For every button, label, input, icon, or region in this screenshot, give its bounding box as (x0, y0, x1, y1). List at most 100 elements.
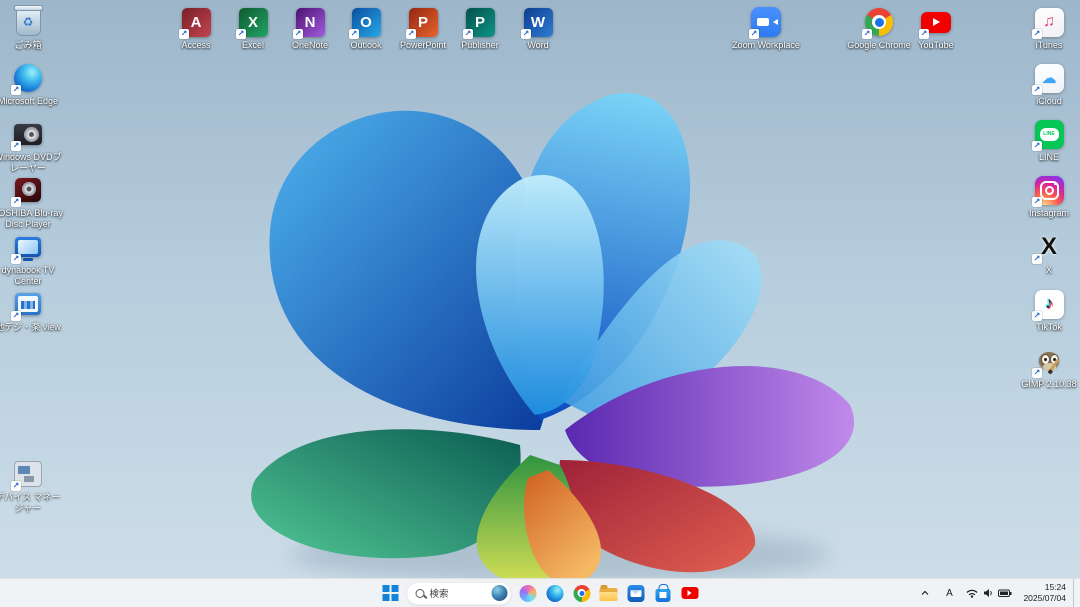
icon-label: Instagram (1028, 208, 1070, 218)
icon-label: Excel (241, 40, 264, 50)
desktop-icon-microsoft-edge[interactable]: Microsoft Edge (0, 62, 64, 107)
desktop-icon-gimp[interactable]: GIMP 2.10.38 (1013, 345, 1080, 390)
icon-label: X (1045, 265, 1052, 275)
desktop-icon-recycle-bin[interactable]: ごみ箱 (0, 5, 64, 51)
clock-date: 2025/07/04 (1023, 593, 1066, 603)
icon-label: PowerPoint (399, 40, 447, 50)
shortcut-arrow-icon (1032, 141, 1042, 151)
desktop-icon-toshiba-bluray[interactable]: TOSHIBA Blu-ray Disc Player (0, 174, 64, 229)
start-button[interactable] (380, 581, 402, 605)
copilot-icon (519, 584, 536, 602)
shortcut-arrow-icon (919, 29, 929, 39)
onenote-icon: N (293, 6, 326, 39)
icon-label: iTunes (1035, 40, 1063, 50)
desktop-icon-windows-dvd-player[interactable]: Windows DVDプレーヤー (0, 118, 64, 173)
taskbar-app-chrome[interactable] (571, 581, 593, 605)
outlook-icon: O (349, 6, 382, 39)
desktop-icon-instagram[interactable]: Instagram (1013, 174, 1080, 219)
wifi-icon (966, 589, 978, 598)
shortcut-arrow-icon (463, 29, 473, 39)
icon-label: TikTok (1036, 322, 1062, 332)
windows-logo-icon (382, 585, 399, 601)
taskbar-app-edge[interactable] (544, 581, 566, 605)
youtube-icon (681, 587, 698, 599)
desktop-icon-itunes[interactable]: ♫ iTunes (1013, 6, 1080, 51)
shortcut-arrow-icon (11, 311, 21, 321)
x-icon: X (1032, 231, 1065, 264)
tv-icon (11, 231, 44, 264)
icloud-icon: ☁ (1032, 62, 1065, 95)
taskbar-app-file-explorer[interactable] (598, 581, 620, 605)
shortcut-arrow-icon (1032, 311, 1042, 321)
search-placeholder: 検索 (429, 589, 449, 600)
shortcut-arrow-icon (293, 29, 303, 39)
icon-label: デバイス マネージャー (0, 492, 61, 513)
taskbar-app-outlook[interactable] (625, 581, 647, 605)
chrome-icon (862, 6, 895, 39)
desktop[interactable]: ごみ箱 Microsoft Edge Windows DVDプレーヤー TOSH… (0, 0, 1080, 579)
itunes-icon: ♫ (1032, 6, 1065, 39)
instagram-icon (1032, 174, 1065, 207)
volume-icon (984, 589, 993, 597)
desktop-icon-word[interactable]: W Word (502, 6, 574, 51)
shortcut-arrow-icon (349, 29, 359, 39)
search-highlight-image[interactable] (491, 585, 508, 601)
shortcut-arrow-icon (521, 29, 531, 39)
store-icon (655, 584, 670, 602)
icon-label: Microsoft Edge (0, 96, 59, 106)
desktop-icon-dynabook-tv-center[interactable]: dynabook TV Center (0, 231, 64, 286)
show-desktop-button[interactable] (1073, 579, 1078, 607)
shortcut-arrow-icon (11, 85, 21, 95)
taskbar-search[interactable]: 検索 (406, 581, 512, 605)
shortcut-arrow-icon (11, 481, 21, 491)
excel-icon: X (236, 6, 269, 39)
shortcut-arrow-icon (749, 29, 759, 39)
outlook-icon (627, 584, 644, 602)
tray-expand-button[interactable] (914, 581, 936, 605)
desktop-icon-device-manager[interactable]: デバイス マネージャー (0, 458, 64, 513)
shortcut-arrow-icon (1032, 85, 1042, 95)
icon-label: iCloud (1036, 96, 1062, 106)
icon-label: LINE (1038, 152, 1059, 162)
youtube-icon (919, 6, 952, 39)
shortcut-arrow-icon (11, 197, 21, 207)
digital-tv-icon (11, 288, 44, 321)
shortcut-arrow-icon (1032, 197, 1042, 207)
edge-icon (11, 62, 44, 95)
taskbar-app-store[interactable] (652, 581, 674, 605)
recycle-bin-icon (12, 5, 44, 38)
shortcut-arrow-icon (179, 29, 189, 39)
desktop-icon-tiktok[interactable]: ♪ TikTok (1013, 288, 1080, 333)
device-manager-icon (11, 458, 44, 491)
chrome-icon (573, 584, 590, 602)
taskbar-clock[interactable]: 15:24 2025/07/04 (1018, 582, 1071, 604)
icon-label: OneNote (291, 40, 329, 50)
shortcut-arrow-icon (1032, 29, 1042, 39)
icon-label: TOSHIBA Blu-ray Disc Player (0, 208, 63, 229)
shortcut-arrow-icon (406, 29, 416, 39)
icon-label: Outlook (350, 40, 382, 50)
powerpoint-icon: P (406, 6, 439, 39)
desktop-icon-icloud[interactable]: ☁ iCloud (1013, 62, 1080, 107)
icon-label: Zoom Workplace (732, 40, 800, 50)
chevron-up-icon (922, 590, 929, 595)
tray-status-icons[interactable] (962, 581, 1016, 605)
ime-indicator[interactable]: A (938, 581, 960, 605)
clock-time: 15:24 (1044, 581, 1066, 592)
desktop-icon-zoom[interactable]: Zoom Workplace (730, 6, 802, 51)
access-icon: A (179, 6, 212, 39)
shortcut-arrow-icon (862, 29, 872, 39)
desktop-icon-line[interactable]: LINE LINE (1013, 118, 1080, 163)
search-icon (415, 588, 425, 598)
line-icon: LINE (1032, 118, 1065, 151)
desktop-icon-x[interactable]: X X (1013, 231, 1080, 276)
taskbar-app-youtube[interactable] (679, 581, 701, 605)
taskbar-app-copilot[interactable] (517, 581, 539, 605)
word-icon: W (521, 6, 554, 39)
desktop-icon-chideji[interactable]: 地デジ・楽 view (0, 288, 64, 333)
shortcut-arrow-icon (11, 254, 21, 264)
desktop-icon-youtube[interactable]: YouTube (900, 6, 972, 51)
zoom-icon (749, 6, 782, 39)
bluray-player-icon (11, 174, 44, 207)
icon-label: ごみ箱 (14, 40, 42, 50)
